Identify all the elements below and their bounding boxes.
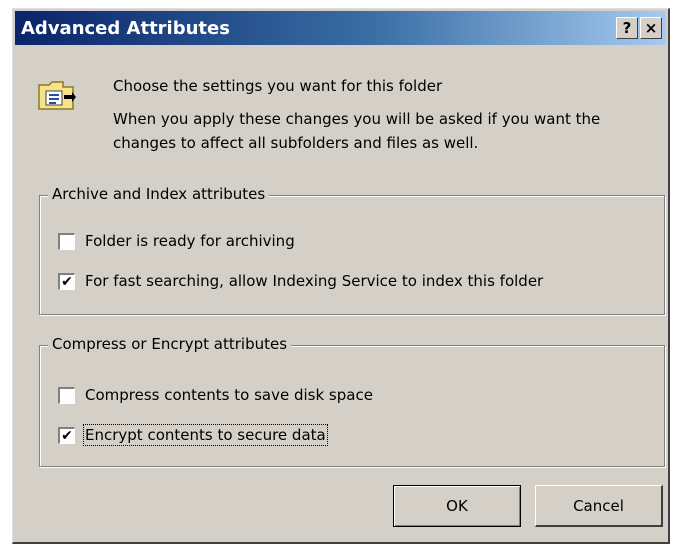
indexing-label: For fast searching, allow Indexing Servi… xyxy=(85,272,544,290)
archiving-checkbox[interactable] xyxy=(58,232,75,250)
intro-description: When you apply these changes you will be… xyxy=(113,110,601,152)
compress-encrypt-group: Compress or Encrypt attributes Compress … xyxy=(39,335,665,467)
close-icon: × xyxy=(644,19,658,37)
encrypt-option[interactable]: ✔ Encrypt contents to secure data xyxy=(58,424,328,446)
indexing-option[interactable]: ✔ For fast searching, allow Indexing Ser… xyxy=(58,272,543,290)
encrypt-checkbox[interactable]: ✔ xyxy=(58,426,75,444)
archiving-label: Folder is ready for archiving xyxy=(85,232,295,250)
compress-checkbox[interactable] xyxy=(58,386,75,404)
encrypt-label: Encrypt contents to secure data xyxy=(83,424,328,446)
compress-encrypt-legend: Compress or Encrypt attributes xyxy=(48,335,292,353)
archive-index-legend: Archive and Index attributes xyxy=(48,185,270,203)
advanced-attributes-dialog: Advanced Attributes ? × Choose the setti… xyxy=(12,8,670,544)
compress-option[interactable]: Compress contents to save disk space xyxy=(58,386,373,404)
folder-properties-icon xyxy=(37,75,77,115)
help-button[interactable]: ? xyxy=(616,17,638,39)
indexing-checkbox[interactable]: ✔ xyxy=(58,272,75,290)
compress-label: Compress contents to save disk space xyxy=(85,386,373,404)
archive-index-group: Archive and Index attributes Folder is r… xyxy=(39,185,665,315)
cancel-button[interactable]: Cancel xyxy=(535,485,663,527)
close-button[interactable]: × xyxy=(640,17,662,39)
ok-button[interactable]: OK xyxy=(393,485,521,527)
help-icon: ? xyxy=(622,19,632,37)
window-title: Advanced Attributes xyxy=(21,17,230,39)
intro-heading: Choose the settings you want for this fo… xyxy=(113,77,443,95)
archiving-option[interactable]: Folder is ready for archiving xyxy=(58,232,295,250)
title-bar[interactable]: Advanced Attributes ? × xyxy=(15,11,666,45)
